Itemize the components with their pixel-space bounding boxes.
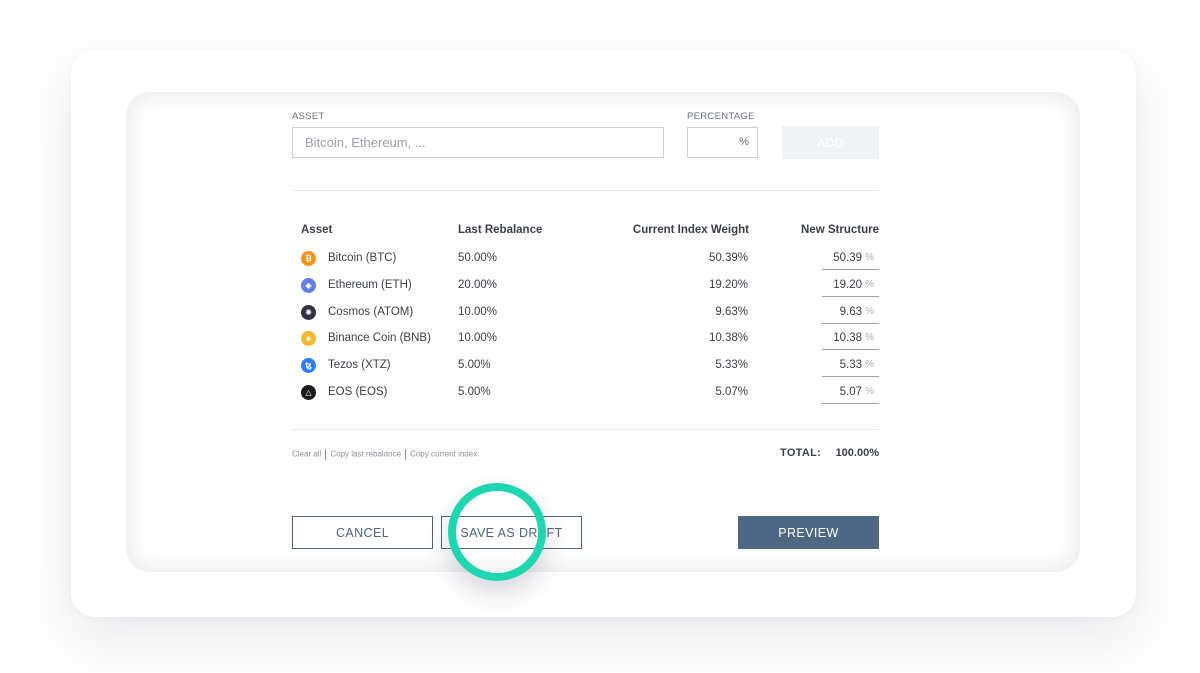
current-weight-value: 10.38% [708, 332, 748, 344]
current-weight-value: 9.63% [715, 306, 748, 318]
last-rebalance-value: 5.00% [458, 386, 491, 398]
last-rebalance-value: 50.00% [458, 252, 498, 264]
last-rebalance-value: 10.00% [458, 332, 498, 344]
new-structure-input[interactable] [822, 250, 862, 266]
last-rebalance-value: 5.00% [458, 359, 491, 371]
add-asset-button[interactable]: ADD [782, 126, 879, 159]
eos-icon: △ [301, 385, 316, 400]
table-row: ◈ Binance Coin (BNB) 10.00% 10.38%% [292, 327, 879, 353]
table-row: △ EOS (EOS) 5.00% 5.07%% [292, 381, 879, 407]
new-structure-field[interactable]: % [822, 327, 879, 350]
percentage-field[interactable]: % [687, 127, 758, 158]
new-structure-input[interactable] [822, 304, 862, 320]
column-header-asset: Asset [301, 224, 333, 236]
bitcoin-icon: ₿ [301, 251, 316, 266]
new-structure-input[interactable] [822, 277, 862, 293]
asset-name: Binance Coin (BNB) [328, 332, 431, 344]
cosmos-icon: ✺ [301, 305, 316, 320]
percent-symbol: % [739, 136, 749, 148]
asset-name: Bitcoin (BTC) [328, 252, 397, 264]
tezos-icon: ꜩ [301, 358, 316, 373]
copy-current-index-link[interactable]: Copy current index [410, 450, 477, 459]
new-structure-input[interactable] [822, 330, 862, 346]
asset-name: Tezos (XTZ) [328, 359, 391, 371]
link-separator [405, 449, 407, 460]
asset-name: Ethereum (ETH) [328, 279, 412, 291]
last-rebalance-value: 10.00% [458, 306, 498, 318]
current-weight-value: 50.39% [708, 252, 748, 264]
cancel-button[interactable]: CANCEL [292, 516, 433, 549]
rebalance-form-card: ASSET PERCENTAGE % ADD Asset Last Rebala… [126, 92, 1080, 572]
percentage-input[interactable] [688, 128, 746, 157]
asset-search-input[interactable] [292, 127, 664, 158]
current-weight-value: 19.20% [708, 279, 748, 291]
percent-symbol: % [865, 359, 874, 370]
table-row: ₿ Bitcoin (BTC) 50.00% 50.39%% [292, 247, 879, 273]
new-structure-field[interactable]: % [822, 301, 879, 324]
save-as-draft-button[interactable]: SAVE AS DRAFT [441, 516, 582, 549]
current-weight-value: 5.07% [715, 386, 748, 398]
last-rebalance-value: 20.00% [458, 279, 498, 291]
asset-label: ASSET [292, 111, 325, 122]
link-separator [325, 449, 327, 460]
percent-symbol: % [865, 279, 874, 290]
preview-button[interactable]: PREVIEW [738, 516, 879, 549]
column-header-new-structure: New Structure [801, 224, 879, 236]
percent-symbol: % [865, 386, 874, 397]
percent-symbol: % [865, 332, 874, 343]
percent-symbol: % [865, 252, 874, 263]
new-structure-input[interactable] [822, 384, 862, 400]
table-row: ✺ Cosmos (ATOM) 10.00% 9.63%% [292, 301, 879, 327]
column-header-last-rebalance: Last Rebalance [458, 224, 543, 236]
copy-last-rebalance-link[interactable]: Copy last rebalance [330, 450, 401, 459]
divider [292, 429, 879, 430]
quick-actions: Clear all Copy last rebalance Copy current… [292, 449, 477, 460]
table-row: ◆ Ethereum (ETH) 20.00% 19.20%% [292, 274, 879, 300]
current-weight-value: 5.33% [715, 359, 748, 371]
divider [292, 190, 879, 191]
clear-all-link[interactable]: Clear all [292, 450, 321, 459]
total-label: TOTAL: [780, 447, 822, 459]
asset-name: EOS (EOS) [328, 386, 388, 398]
new-structure-field[interactable]: % [822, 274, 879, 297]
asset-name: Cosmos (ATOM) [328, 306, 414, 318]
new-structure-input[interactable] [822, 357, 862, 373]
total-value: 100.00% [835, 447, 879, 459]
new-structure-field[interactable]: % [822, 381, 879, 404]
percentage-label: PERCENTAGE [687, 111, 755, 122]
ethereum-icon: ◆ [301, 278, 316, 293]
percent-symbol: % [865, 306, 874, 317]
table-row: ꜩ Tezos (XTZ) 5.00% 5.33%% [292, 354, 879, 380]
new-structure-field[interactable]: % [822, 354, 879, 377]
new-structure-field[interactable]: % [822, 247, 879, 270]
column-header-current-weight: Current Index Weight [632, 224, 749, 236]
binance-icon: ◈ [301, 331, 316, 346]
